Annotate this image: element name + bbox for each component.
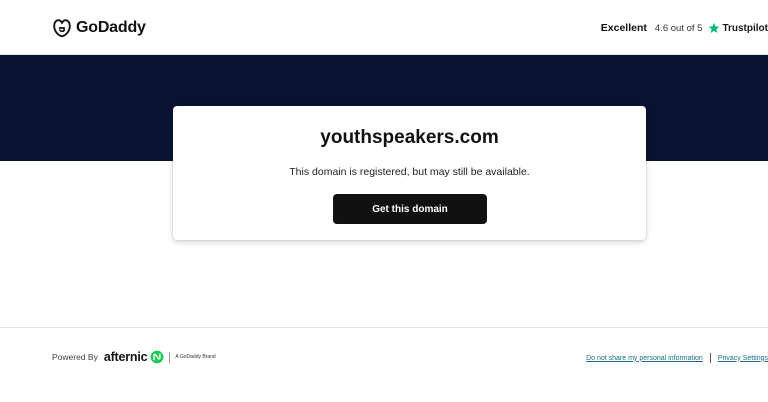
brand-divider — [169, 351, 171, 363]
trustpilot-star-icon — [709, 22, 720, 33]
godaddy-logo-icon — [53, 19, 71, 38]
site-header: GoDaddy Excellent 4.6 out of 5 Trustpilo… — [0, 0, 768, 55]
logo-text: GoDaddy — [76, 19, 146, 36]
rating-label: Excellent — [600, 22, 647, 34]
afternic-logo-text: afternic — [103, 350, 148, 364]
link-separator — [709, 353, 711, 363]
godaddy-logo[interactable]: GoDaddy — [52, 17, 146, 39]
domain-status-text: This domain is registered, but may still… — [289, 166, 530, 178]
privacy-settings-link[interactable]: Privacy Settings — [718, 355, 768, 362]
site-footer: Powered By afternic A GoDaddy Brand Do n… — [0, 327, 768, 402]
rating-score: 4.6 out of 5 — [654, 22, 703, 34]
do-not-share-link[interactable]: Do not share my personal information — [586, 355, 703, 362]
godaddy-brand-note: A GoDaddy Brand — [175, 354, 216, 360]
footer-links: Do not share my personal information Pri… — [586, 352, 768, 364]
powered-by-label: Powered By — [52, 352, 98, 362]
trustpilot-rating[interactable]: Excellent 4.6 out of 5 Trustpilot — [601, 20, 768, 36]
domain-title: youthspeakers.com — [320, 127, 499, 148]
get-this-domain-button[interactable]: Get this domain — [333, 194, 487, 224]
domain-card: youthspeakers.com This domain is registe… — [173, 106, 646, 240]
afternic-logo-icon — [150, 350, 164, 364]
powered-by: Powered By afternic A GoDaddy Brand — [52, 349, 216, 365]
trustpilot-text: Trustpilot — [722, 22, 768, 34]
page: GoDaddy Excellent 4.6 out of 5 Trustpilo… — [0, 0, 768, 402]
